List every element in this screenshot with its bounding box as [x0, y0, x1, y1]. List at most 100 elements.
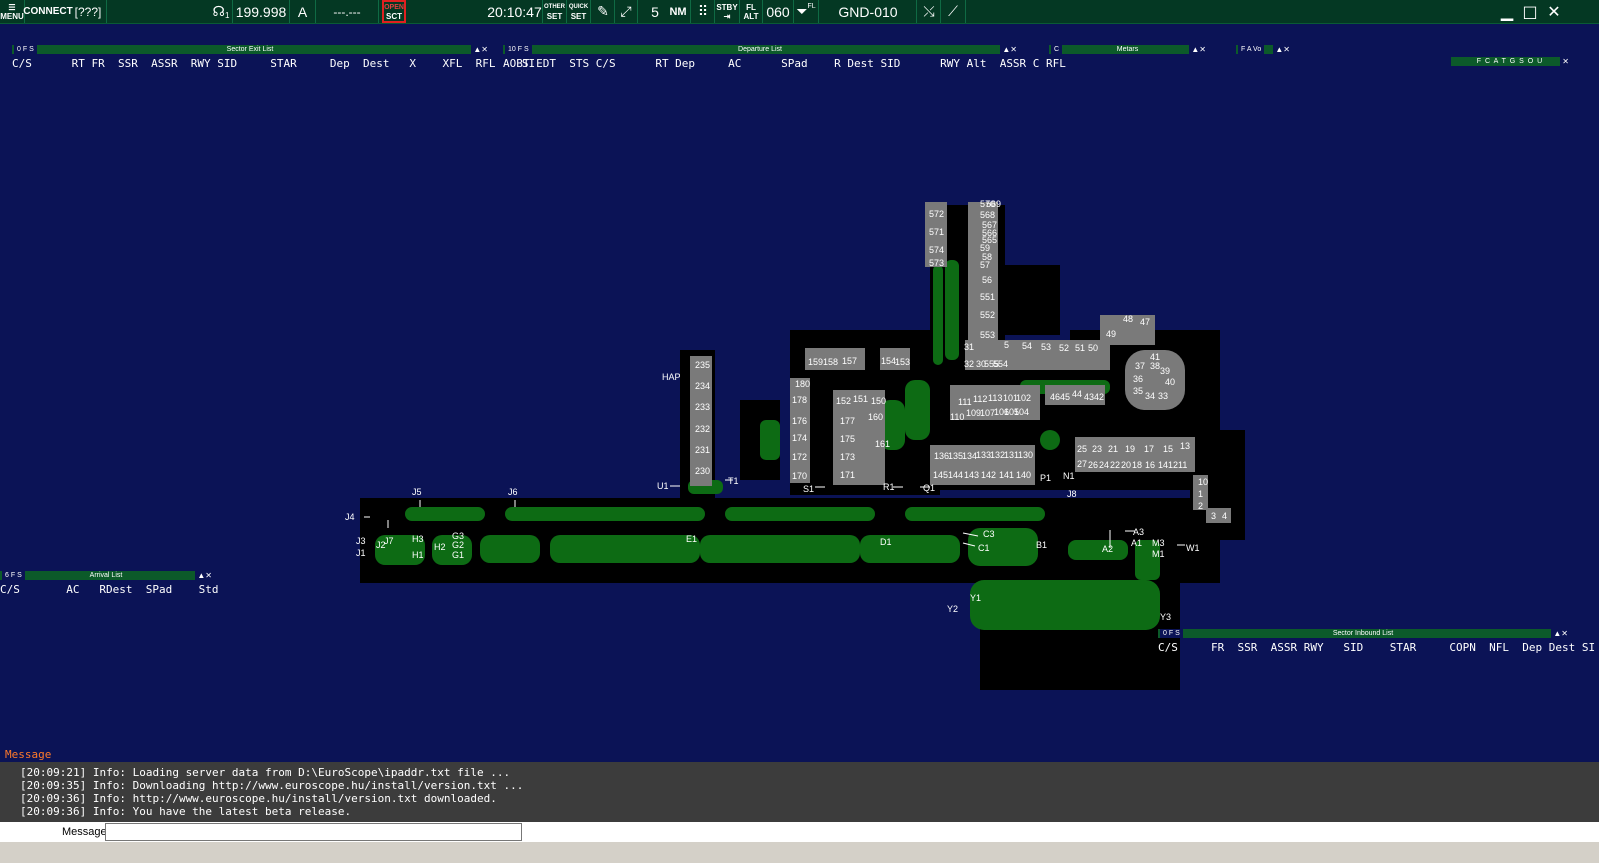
stand-label: 554: [993, 359, 1008, 369]
stand-label: 232: [695, 424, 710, 434]
stand-label: 145: [933, 470, 948, 480]
taskbar-strip: [0, 842, 1599, 863]
label-u1: U1: [657, 481, 669, 491]
stand-label: 161: [875, 439, 890, 449]
message-line: [20:09:36] Info: You have the latest bet…: [20, 805, 352, 818]
message-log: [20:09:21] Info: Loading server data fro…: [0, 762, 1599, 822]
stand-label: 4: [1222, 511, 1227, 521]
stand-label: 11: [1178, 460, 1187, 470]
label-j2: J2: [376, 540, 386, 550]
label-j5: J5: [412, 487, 422, 497]
stand-label: 175: [840, 434, 855, 444]
stand-label: 151: [853, 394, 868, 404]
stand-label: 42: [1094, 392, 1104, 402]
label-e1: E1: [686, 534, 697, 544]
stand-label: 51: [1075, 343, 1085, 353]
stand-label: 22: [1110, 460, 1120, 470]
stand-label: 21: [1108, 444, 1118, 454]
label-a3: A3: [1133, 527, 1144, 537]
label-g2: G2: [452, 540, 464, 550]
stand-label: 33: [1158, 391, 1168, 401]
stand-label: 111: [958, 397, 972, 407]
stand-label: 573: [929, 258, 944, 268]
stand-label: 570: [980, 199, 995, 209]
stand-label: 14: [1158, 460, 1168, 470]
label-q1: Q1: [923, 483, 935, 493]
sector-inbound-window-buttons[interactable]: ▲✕: [1551, 629, 1568, 638]
label-w1: W1: [1186, 543, 1200, 553]
stand-label: 132: [990, 450, 1005, 460]
command-input-label: Message: [62, 826, 107, 838]
stand-label: 553: [980, 330, 995, 340]
label-b1: B1: [1036, 540, 1047, 550]
stand-label: 23: [1092, 444, 1102, 454]
stand-label: 574: [929, 245, 944, 255]
label-y3: Y3: [1160, 612, 1171, 622]
label-s1: S1: [803, 484, 814, 494]
stand-label: 20: [1121, 460, 1131, 470]
command-input[interactable]: [105, 823, 522, 841]
stand-label: 43: [1084, 392, 1094, 402]
stand-label: 17: [1144, 444, 1154, 454]
stand-label: 38: [1150, 361, 1160, 371]
stand-label: 231: [695, 445, 710, 455]
stand-label: 568: [980, 210, 995, 220]
label-n1: N1: [1063, 471, 1075, 481]
stand-label: 113: [988, 393, 1002, 403]
message-area-label: Message: [5, 748, 52, 761]
label-h3: H3: [412, 534, 424, 544]
stand-label: 235: [695, 360, 710, 370]
stand-label: 178: [792, 395, 807, 405]
stand-label: 142: [981, 470, 996, 480]
stand-label: 112: [973, 394, 987, 404]
stand-label: 144: [948, 470, 963, 480]
stand-label: 173: [840, 452, 855, 462]
label-m1: M1: [1152, 549, 1165, 559]
label-h1: H1: [412, 550, 424, 560]
stand-label: 36: [1133, 374, 1143, 384]
sector-inbound-title: Sector Inbound List: [1332, 630, 1394, 637]
stand-label: 133: [976, 450, 991, 460]
label-g1: G1: [452, 550, 464, 560]
label-hap: HAP: [662, 372, 681, 382]
sector-inbound-titlebar[interactable]: 0 F S Sector Inbound List ▲✕: [1158, 629, 1568, 638]
stand-label: 170: [792, 471, 807, 481]
stand-label: 158: [823, 357, 838, 367]
stand-label: 150: [871, 396, 886, 406]
stand-label: 44: [1072, 389, 1082, 399]
label-y1: Y1: [970, 593, 981, 603]
stand-label: 12: [1168, 460, 1178, 470]
stand-label: 160: [868, 412, 883, 422]
stand-label: 233: [695, 402, 710, 412]
stand-label: 53: [1041, 342, 1051, 352]
stand-label: 230: [695, 466, 710, 476]
stand-label: 54: [1022, 341, 1032, 351]
message-line: [20:09:35] Info: Downloading http://www.…: [20, 779, 524, 792]
label-y2: Y2: [947, 604, 958, 614]
stand-label: 16: [1145, 460, 1155, 470]
stand-label: 31: [964, 342, 974, 352]
label-r1: R1: [883, 482, 895, 492]
stand-label: 19: [1125, 444, 1135, 454]
stand-label: 172: [792, 452, 807, 462]
stand-label: 1: [1198, 489, 1203, 499]
stand-label: 15: [1163, 444, 1173, 454]
stand-label: 104: [1014, 407, 1029, 417]
label-j4: J4: [345, 512, 355, 522]
stand-label: 109: [966, 408, 981, 418]
airport-ground-map[interactable]: J5 J6 J4 J3 J1 J7 J2 H3 H1 H2 G3 G2 G1 E…: [0, 0, 1599, 863]
stand-label: 177: [840, 416, 855, 426]
stand-label: 552: [980, 310, 995, 320]
message-line: [20:09:21] Info: Loading server data fro…: [20, 766, 511, 779]
stand-label: 52: [1059, 343, 1069, 353]
stand-label: 131: [1004, 450, 1019, 460]
sector-inbound-list: 0 F S Sector Inbound List ▲✕ C/S FR SSR …: [1158, 629, 1596, 654]
stand-label: 58: [982, 252, 992, 262]
sector-inbound-columns: C/S FR SSR ASSR RWY SID STAR COPN NFL De…: [1158, 641, 1596, 654]
label-c1: C1: [978, 543, 990, 553]
stand-label: 45: [1060, 392, 1070, 402]
stand-label: 136: [934, 451, 949, 461]
stand-label: 134: [962, 451, 977, 461]
label-j6: J6: [508, 487, 518, 497]
stand-label: 140: [1016, 470, 1031, 480]
